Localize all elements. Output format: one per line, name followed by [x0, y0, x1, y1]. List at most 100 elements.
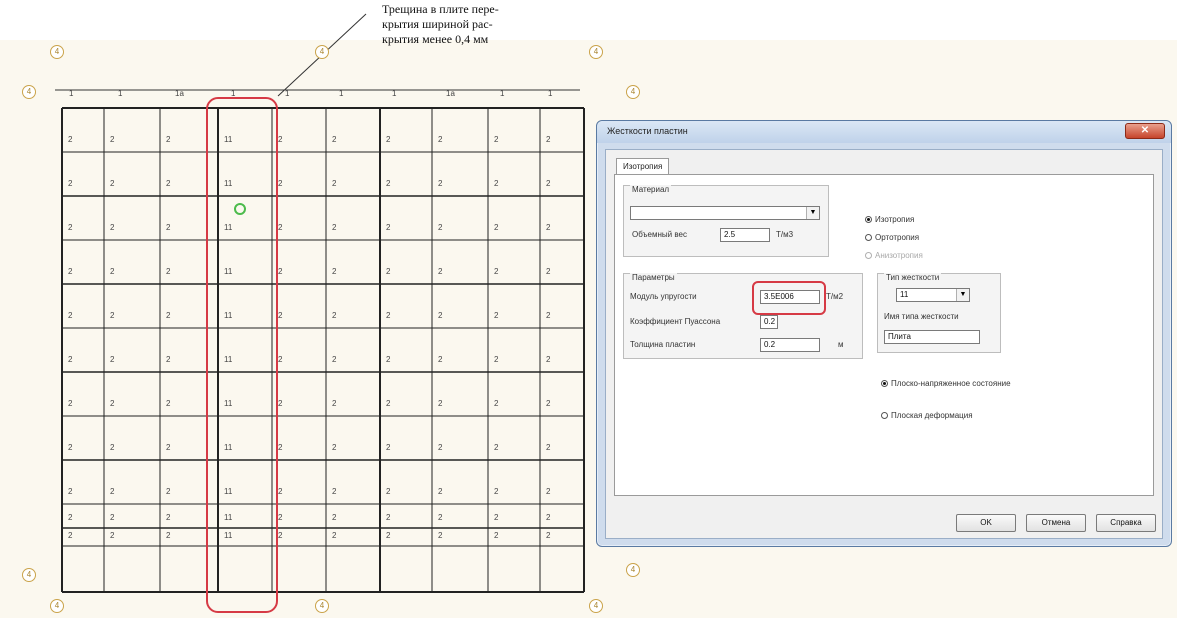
grid-cell-label: 2 [494, 223, 499, 232]
tab-isotropy[interactable]: Изотропия [616, 158, 670, 175]
stiffness-type-dropdown[interactable]: 11 ▼ [896, 288, 970, 302]
parameters-group: Параметры Модуль упругости 3.5E006 Т/м2 … [623, 273, 863, 359]
grid-cell-label: 2 [546, 513, 551, 522]
radio-dot-selected [881, 380, 888, 387]
grid-cell-label: 2 [494, 531, 499, 540]
grid-cell-label: 2 [110, 513, 115, 522]
thickness-label: Толщина пластин [630, 340, 696, 349]
radio-dot-selected [865, 216, 872, 223]
grid-cell-label: 2 [386, 267, 391, 276]
grid-cell-label: 2 [68, 267, 73, 276]
grid-cell-label: 2 [278, 223, 283, 232]
grid-cell-label: 2 [166, 531, 171, 540]
grid-cell-label: 2 [546, 355, 551, 364]
ok-button[interactable]: OK [956, 514, 1016, 532]
crack-highlight [206, 97, 278, 613]
material-group: Материал ▼ Объемный вес 2.5 Т/м3 [623, 185, 829, 257]
grid-top-label: 1 [118, 89, 123, 98]
grid-cell-label: 2 [278, 443, 283, 452]
grid-cell-label: 2 [332, 513, 337, 522]
radio-isotropic[interactable]: Изотропия [865, 215, 914, 224]
grid-cell-label: 2 [278, 513, 283, 522]
poisson-input[interactable]: 0.2 [760, 315, 778, 329]
stiffness-type-group: Тип жесткости 11 ▼ Имя типа жесткости Пл… [877, 273, 1001, 353]
grid-cell-label: 2 [386, 443, 391, 452]
grid-cell-label: 2 [68, 513, 73, 522]
grid-top-label: 1а [446, 89, 455, 98]
axis-mark: 4 [626, 563, 640, 577]
grid-cell-label: 2 [494, 311, 499, 320]
grid-cell-label: 2 [494, 513, 499, 522]
grid-top-label: 1 [69, 89, 74, 98]
grid-cell-label: 2 [386, 179, 391, 188]
grid-cell-label: 2 [386, 513, 391, 522]
grid-cell-label: 2 [494, 267, 499, 276]
material-dropdown[interactable]: ▼ [630, 206, 820, 220]
grid-top-label: 1 [339, 89, 344, 98]
radio-anisotropic: Анизотропия [865, 251, 923, 260]
grid-cell-label: 2 [110, 399, 115, 408]
grid-cell-label: 2 [546, 311, 551, 320]
grid-top-label: 1а [175, 89, 184, 98]
grid-cell-label: 2 [166, 443, 171, 452]
grid-cell-label: 2 [386, 531, 391, 540]
modulus-unit: Т/м2 [826, 292, 844, 301]
grid-cell-label: 2 [546, 179, 551, 188]
grid-cell-label: 2 [438, 355, 443, 364]
grid-cell-label: 2 [68, 311, 73, 320]
grid-cell-label: 2 [110, 267, 115, 276]
stiffness-name-input[interactable]: Плита [884, 330, 980, 344]
grid-cell-label: 2 [386, 399, 391, 408]
grid-cell-label: 2 [68, 179, 73, 188]
grid-cell-label: 2 [546, 223, 551, 232]
grid-top-label: 1 [392, 89, 397, 98]
grid-top-label: 1 [285, 89, 290, 98]
grid-cell-label: 2 [438, 487, 443, 496]
grid-cell-label: 2 [438, 223, 443, 232]
grid-cell-label: 2 [68, 135, 73, 144]
help-button[interactable]: Справка [1096, 514, 1156, 532]
radio-plane-stress[interactable]: Плоско-напряженное состояние [881, 379, 1011, 389]
grid-cell-label: 2 [332, 135, 337, 144]
plate-stiffness-dialog: Жесткости пластин ✕ Изотропия Материал ▼… [596, 120, 1172, 547]
grid-cell-label: 2 [332, 355, 337, 364]
dialog-title: Жесткости пластин [607, 126, 688, 136]
modulus-label: Модуль упругости [630, 292, 697, 301]
cancel-button[interactable]: Отмена [1026, 514, 1086, 532]
material-group-label: Материал [630, 185, 672, 194]
grid-cell-label: 2 [438, 311, 443, 320]
poisson-label: Коэффициент Пуассона [630, 317, 721, 326]
dialog-titlebar[interactable]: Жесткости пластин ✕ [597, 121, 1171, 143]
grid-cell-label: 2 [166, 179, 171, 188]
grid-cell-label: 2 [166, 355, 171, 364]
grid-cell-label: 2 [494, 135, 499, 144]
chevron-down-icon: ▼ [956, 289, 969, 301]
thickness-unit: м [838, 340, 844, 349]
grid-cell-label: 2 [166, 399, 171, 408]
grid-cell-label: 2 [438, 443, 443, 452]
grid-cell-label: 2 [438, 267, 443, 276]
grid-cell-label: 2 [438, 513, 443, 522]
grid-cell-label: 2 [332, 179, 337, 188]
tab-page: Материал ▼ Объемный вес 2.5 Т/м3 Изотроп… [614, 174, 1154, 496]
thickness-input[interactable]: 0.2 [760, 338, 820, 352]
grid-cell-label: 2 [438, 179, 443, 188]
stiffness-type-group-label: Тип жесткости [884, 273, 942, 282]
radio-dot [865, 234, 872, 241]
grid-cell-label: 2 [332, 399, 337, 408]
grid-cell-label: 2 [166, 223, 171, 232]
grid-cell-label: 2 [68, 223, 73, 232]
grid-cell-label: 2 [166, 487, 171, 496]
volume-weight-input[interactable]: 2.5 [720, 228, 770, 242]
grid-cell-label: 2 [110, 531, 115, 540]
radio-orthotropic[interactable]: Ортотропия [865, 233, 919, 242]
grid-cell-label: 2 [68, 355, 73, 364]
radio-plane-strain[interactable]: Плоская деформация [881, 411, 973, 420]
grid-cell-label: 2 [546, 443, 551, 452]
grid-cell-label: 2 [386, 355, 391, 364]
inspection-marker-icon [234, 203, 246, 215]
close-button[interactable]: ✕ [1125, 123, 1165, 139]
grid-cell-label: 2 [110, 135, 115, 144]
grid-cell-label: 2 [166, 513, 171, 522]
grid-cell-label: 2 [110, 355, 115, 364]
